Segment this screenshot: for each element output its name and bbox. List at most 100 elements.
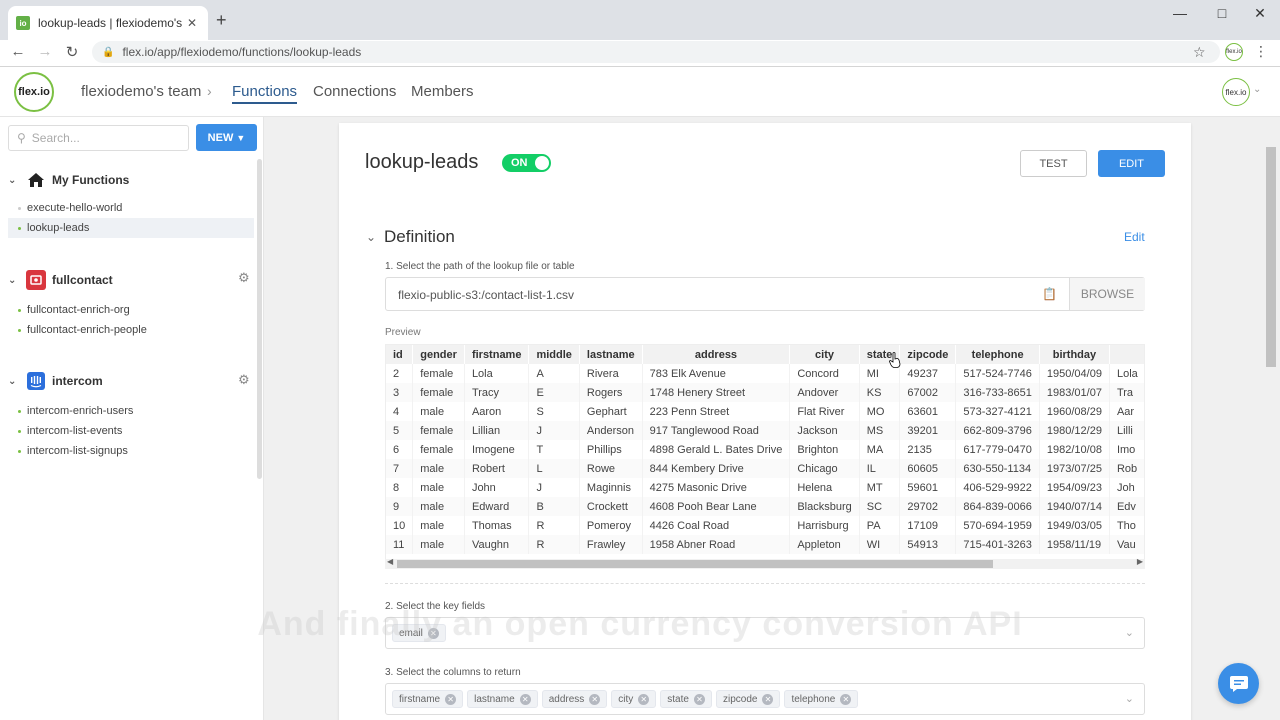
sidebar-group-fullcontact[interactable]: ⌄ fullcontact xyxy=(8,270,113,290)
chip-remove-icon[interactable]: ✕ xyxy=(445,693,457,705)
lookup-path-input[interactable]: flexio-public-s3:/contact-list-1.csv 📋 B… xyxy=(385,277,1145,311)
chip-remove-icon[interactable]: ✕ xyxy=(589,693,601,705)
table-cell: SC xyxy=(859,497,901,516)
url-field[interactable]: 🔒 flex.io/app/flexiodemo/functions/looku… xyxy=(92,41,1220,63)
sidebar-item-intercom-list-signups[interactable]: intercom-list-signups xyxy=(8,441,254,461)
enabled-toggle[interactable]: ON xyxy=(502,154,551,172)
browse-button[interactable]: BROWSE xyxy=(1069,278,1145,310)
new-tab-button[interactable]: + xyxy=(216,11,227,29)
browser-tab[interactable]: io lookup-leads | flexiodemo's team ✕ xyxy=(8,6,208,40)
return-column-chip[interactable]: zipcode ✕ xyxy=(715,690,781,708)
table-cell: 11 xyxy=(386,535,414,554)
nav-members[interactable]: Members xyxy=(411,83,474,100)
edit-button[interactable]: EDIT xyxy=(1098,150,1165,177)
chip-remove-icon[interactable]: ✕ xyxy=(638,693,650,705)
table-cell: Concord xyxy=(789,364,860,383)
main-scrollbar[interactable] xyxy=(1266,147,1276,367)
reload-icon[interactable]: ↻ xyxy=(62,43,82,61)
table-cell: female xyxy=(412,383,465,402)
column-header[interactable]: gender xyxy=(412,345,465,364)
gear-icon[interactable]: ⚙ xyxy=(238,270,250,286)
column-header[interactable]: id xyxy=(386,345,414,364)
gear-icon[interactable]: ⚙ xyxy=(238,372,250,388)
table-cell: R xyxy=(528,516,580,535)
table-cell: 573-327-4121 xyxy=(955,402,1040,421)
chevron-down-icon[interactable]: ⌄ xyxy=(1125,692,1134,705)
group-label: My Functions xyxy=(52,173,130,187)
table-cell: Pomeroy xyxy=(579,516,643,535)
column-header[interactable] xyxy=(1109,345,1144,364)
scroll-left-icon[interactable]: ◀ xyxy=(387,557,393,566)
step1-label: 1. Select the path of the lookup file or… xyxy=(385,261,575,272)
bookmark-star-icon[interactable]: ☆ xyxy=(1193,44,1206,61)
search-input[interactable]: ⚲ Search... xyxy=(8,125,189,151)
scrollbar-thumb[interactable] xyxy=(397,560,993,568)
sidebar-item-fullcontact-enrich-people[interactable]: fullcontact-enrich-people xyxy=(8,320,254,340)
column-header[interactable]: firstname xyxy=(464,345,530,364)
column-header[interactable]: middle xyxy=(528,345,580,364)
column-header[interactable]: telephone xyxy=(955,345,1040,364)
group-label: fullcontact xyxy=(52,273,113,287)
chip-remove-icon[interactable]: ✕ xyxy=(519,693,531,705)
user-avatar[interactable]: flex.io xyxy=(1222,78,1250,106)
minimize-icon[interactable]: — xyxy=(1170,5,1190,21)
window-close-icon[interactable]: ✕ xyxy=(1250,5,1270,22)
sidebar-group-my-functions[interactable]: ⌄ My Functions xyxy=(8,170,129,190)
table-row: 11 male Vaughn R Frawley 1958 Abner Road Apple… xyxy=(386,535,1144,554)
return-column-chip[interactable]: telephone ✕ xyxy=(784,690,859,708)
chevron-down-icon[interactable]: ⌄ xyxy=(1253,84,1261,95)
browser-profile-avatar[interactable]: flex.io xyxy=(1225,43,1243,61)
table-cell: 1949/03/05 xyxy=(1039,516,1110,535)
chip-remove-icon[interactable]: ✕ xyxy=(693,693,705,705)
return-column-chip[interactable]: address ✕ xyxy=(541,690,608,708)
sidebar-item-label: lookup-leads xyxy=(27,222,90,234)
sidebar-item-intercom-enrich-users[interactable]: intercom-enrich-users xyxy=(8,401,254,421)
column-header[interactable]: address xyxy=(642,345,791,364)
nav-functions[interactable]: Functions xyxy=(232,83,298,104)
forward-icon[interactable]: → xyxy=(35,43,55,60)
sidebar-item-intercom-list-events[interactable]: intercom-list-events xyxy=(8,421,254,441)
back-icon[interactable]: ← xyxy=(8,43,28,60)
sidebar-item-fullcontact-enrich-org[interactable]: fullcontact-enrich-org xyxy=(8,300,254,320)
return-column-chip[interactable]: city ✕ xyxy=(611,690,657,708)
test-button[interactable]: TEST xyxy=(1020,150,1087,177)
preview-table[interactable]: id gender firstname middle lastname address ci… xyxy=(385,344,1145,569)
return-columns-select[interactable]: firstname ✕ lastname ✕ address ✕ city ✕ state ✕ zi… xyxy=(385,683,1145,715)
sidebar-group-intercom[interactable]: ⌄ intercom xyxy=(8,371,103,391)
new-button[interactable]: NEW ▼ xyxy=(196,124,257,151)
return-column-chip[interactable]: state ✕ xyxy=(660,690,712,708)
table-cell: Tra xyxy=(1109,383,1144,402)
table-cell: Gephart xyxy=(579,402,643,421)
table-cell: 570-694-1959 xyxy=(955,516,1040,535)
return-column-chip[interactable]: lastname ✕ xyxy=(467,690,538,708)
column-header[interactable]: birthday xyxy=(1039,345,1110,364)
table-cell: PA xyxy=(859,516,901,535)
browser-menu-icon[interactable]: ⋮ xyxy=(1254,43,1268,60)
chat-button[interactable] xyxy=(1218,663,1259,704)
chevron-down-icon[interactable]: ⌄ xyxy=(366,230,376,244)
return-column-chip[interactable]: firstname ✕ xyxy=(392,690,464,708)
sidebar-item-lookup-leads[interactable]: lookup-leads xyxy=(8,218,254,238)
column-header[interactable]: city xyxy=(789,345,860,364)
table-cell: 715-401-3263 xyxy=(955,535,1040,554)
maximize-icon[interactable]: □ xyxy=(1212,5,1232,21)
column-header[interactable]: zipcode xyxy=(899,345,957,364)
table-horizontal-scrollbar[interactable]: ◀ ▶ xyxy=(385,557,1145,569)
flexio-logo[interactable]: flex.io xyxy=(14,72,54,112)
address-bar: ← → ↻ 🔒 flex.io/app/flexiodemo/functions… xyxy=(0,40,1280,67)
scroll-right-icon[interactable]: ▶ xyxy=(1137,557,1143,566)
table-cell: 49237 xyxy=(899,364,957,383)
definition-edit-link[interactable]: Edit xyxy=(1124,230,1145,244)
sidebar-item-execute-hello-world[interactable]: execute-hello-world xyxy=(8,198,254,218)
nav-connections[interactable]: Connections xyxy=(313,83,396,100)
table-cell: 316-733-8651 xyxy=(955,383,1040,402)
clipboard-icon[interactable]: 📋 xyxy=(1042,287,1057,301)
chip-remove-icon[interactable]: ✕ xyxy=(762,693,774,705)
chip-remove-icon[interactable]: ✕ xyxy=(840,693,852,705)
tab-close-icon[interactable]: ✕ xyxy=(184,16,200,30)
intercom-icon xyxy=(26,371,46,391)
sidebar-scrollbar[interactable] xyxy=(257,159,262,479)
column-header[interactable]: lastname xyxy=(579,345,643,364)
hand-cursor-icon xyxy=(889,352,901,368)
team-name[interactable]: flexiodemo's team xyxy=(81,83,201,100)
